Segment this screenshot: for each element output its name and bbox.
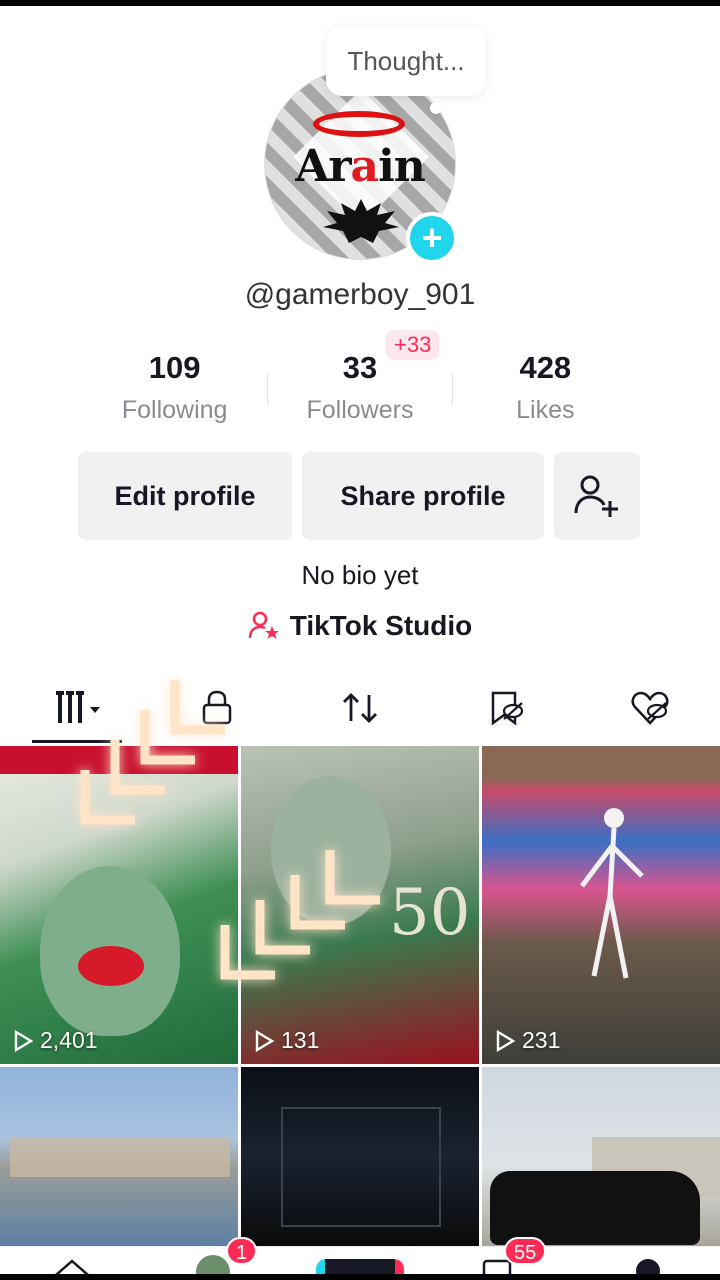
add-avatar-plus-icon[interactable]: + bbox=[406, 212, 458, 264]
bio-text[interactable]: No bio yet bbox=[0, 560, 720, 591]
video-grid: 2,401 50 131 231 bbox=[0, 746, 720, 1246]
play-icon bbox=[14, 1029, 34, 1052]
video-thumbnail[interactable]: 231 bbox=[482, 746, 720, 1064]
add-user-icon bbox=[574, 475, 618, 517]
edit-profile-button[interactable]: Edit profile bbox=[78, 452, 292, 540]
favorites-hidden-icon bbox=[491, 691, 524, 726]
video-thumbnail[interactable] bbox=[241, 1067, 479, 1246]
lock-icon bbox=[202, 690, 232, 725]
thumbnail-denomination: 50 bbox=[389, 876, 471, 950]
studio-person-star-icon bbox=[248, 611, 279, 639]
video-thumbnail[interactable]: 50 131 bbox=[241, 746, 479, 1064]
grid-icon bbox=[56, 691, 100, 723]
add-friends-button[interactable] bbox=[554, 452, 640, 540]
thumbnail-mouth bbox=[78, 946, 144, 986]
friends-badge: 1 bbox=[226, 1237, 258, 1265]
username: @gamerboy_901 bbox=[244, 278, 476, 311]
video-thumbnail[interactable]: 2,401 bbox=[0, 746, 238, 1064]
play-icon bbox=[496, 1029, 516, 1052]
studio-label: TikTok Studio bbox=[289, 610, 473, 641]
following-count: 109 bbox=[148, 350, 201, 385]
thumbnail-outline bbox=[281, 1107, 441, 1227]
tab-videos[interactable] bbox=[40, 680, 116, 736]
tab-reposts[interactable] bbox=[334, 680, 386, 736]
tab-private[interactable] bbox=[192, 680, 242, 736]
thumbnail-suv bbox=[490, 1171, 700, 1245]
view-count: 2,401 bbox=[12, 1027, 98, 1054]
profile-stats: 109 Following 33 Followers 428 Likes bbox=[82, 348, 638, 425]
video-thumbnail[interactable] bbox=[0, 1067, 238, 1246]
tab-liked[interactable] bbox=[624, 680, 676, 736]
screen-top-edge bbox=[0, 0, 720, 6]
thumbnail-red-band bbox=[0, 746, 238, 774]
new-followers-badge: +33 bbox=[386, 330, 440, 360]
video-thumbnail[interactable] bbox=[482, 1067, 720, 1246]
eagle-emblem-icon bbox=[323, 199, 399, 243]
thought-bubble[interactable]: Thought... bbox=[326, 26, 486, 96]
stat-divider bbox=[267, 374, 268, 404]
share-profile-button[interactable]: Share profile bbox=[302, 452, 544, 540]
content-tabs bbox=[0, 680, 720, 740]
thumbnail-face bbox=[271, 776, 391, 926]
play-icon bbox=[255, 1029, 275, 1052]
liked-hidden-icon bbox=[631, 691, 669, 725]
skeleton-figure bbox=[580, 808, 644, 979]
thought-bubble-tail bbox=[430, 102, 442, 114]
active-tab-indicator bbox=[32, 740, 122, 743]
thumbnail-buildings bbox=[10, 1137, 230, 1177]
screen-bottom-edge bbox=[0, 1274, 720, 1280]
stat-divider bbox=[452, 374, 453, 404]
following-label: Following bbox=[121, 396, 228, 424]
avatar-logo-text: Arain bbox=[295, 141, 426, 192]
tab-favorites[interactable] bbox=[480, 680, 532, 736]
likes-label: Likes bbox=[516, 396, 575, 424]
stat-likes[interactable]: 428 Likes bbox=[453, 348, 638, 425]
repost-icon bbox=[343, 693, 377, 723]
view-count: 231 bbox=[494, 1027, 560, 1054]
stat-following[interactable]: 109 Following bbox=[82, 348, 267, 425]
tiktok-studio-link[interactable]: TikTok Studio bbox=[0, 610, 720, 642]
avatar-halo bbox=[313, 111, 405, 137]
view-count: 131 bbox=[253, 1027, 319, 1054]
thought-placeholder: Thought... bbox=[347, 45, 465, 76]
followers-label: Followers bbox=[306, 396, 414, 424]
bottom-nav: 1 55 bbox=[0, 1237, 720, 1280]
inbox-badge: 55 bbox=[504, 1237, 547, 1265]
likes-count: 428 bbox=[519, 350, 572, 385]
